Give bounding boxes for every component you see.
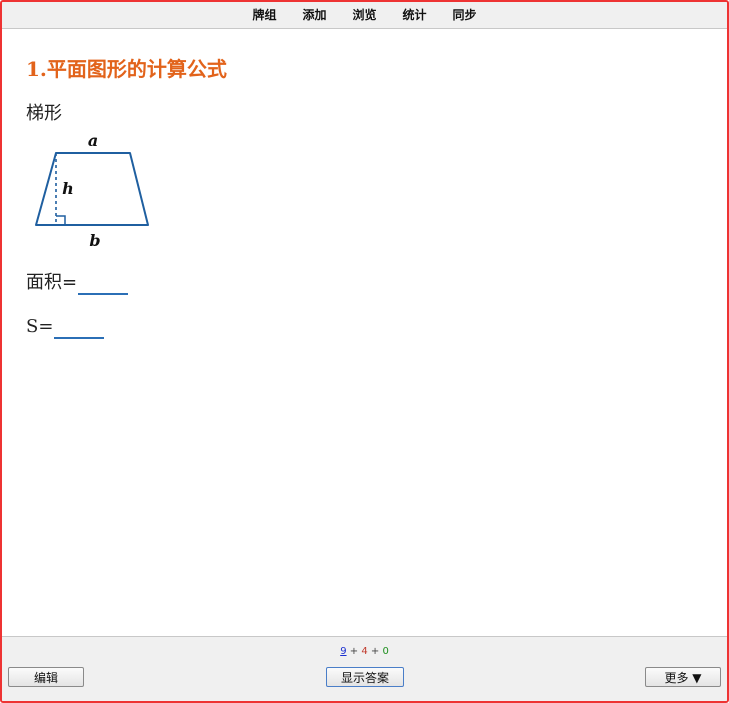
shape-label: 梯形	[26, 103, 62, 124]
menu-add[interactable]: 添加	[289, 2, 339, 28]
menu-sync[interactable]: 同步	[440, 2, 490, 28]
trapezoid-figure: a h b	[35, 134, 149, 249]
s-blank	[54, 317, 105, 339]
menu-browse[interactable]: 浏览	[339, 2, 389, 28]
count-separator: +	[367, 646, 383, 657]
area-label: 面积=	[26, 272, 78, 293]
s-formula: S=	[26, 315, 703, 339]
bottom-side-label: b	[89, 231, 100, 249]
right-angle-mark	[56, 215, 66, 225]
height-label: h	[62, 179, 74, 198]
more-button[interactable]: 更多 ▼	[645, 667, 721, 687]
top-side-label: a	[88, 134, 98, 150]
card-content: 1.平面图形的计算公式 梯形 a h b 面积= S=	[26, 42, 703, 339]
app-window: 牌组 添加 浏览 统计 同步 1.平面图形的计算公式 梯形 a h b 面积= …	[0, 0, 729, 703]
due-counts: 9 + 4 + 0	[2, 646, 727, 657]
menu-decks[interactable]: 牌组	[239, 2, 289, 28]
menu-stats[interactable]: 统计	[390, 2, 440, 28]
top-menu-bar: 牌组 添加 浏览 统计 同步	[2, 2, 727, 29]
show-answer-button[interactable]: 显示答案	[326, 667, 404, 687]
s-label: S=	[26, 316, 54, 337]
area-formula: 面积=	[26, 271, 703, 295]
trapezoid-shape	[35, 152, 149, 226]
card-title: 1.平面图形的计算公式	[26, 57, 227, 81]
edit-button[interactable]: 编辑	[8, 667, 84, 687]
area-blank	[78, 273, 129, 295]
bottom-bar: 9 + 4 + 0 编辑 显示答案 更多 ▼	[2, 636, 727, 701]
review-count: 0	[382, 646, 389, 657]
count-separator: +	[346, 646, 362, 657]
